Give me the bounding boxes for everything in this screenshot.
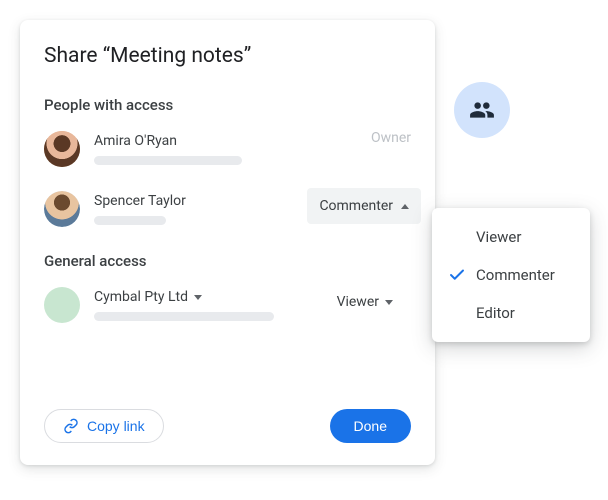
role-dropdown-menu: Viewer Commenter Editor	[432, 208, 590, 342]
dialog-footer: Copy link Done	[44, 409, 411, 443]
skeleton-line	[94, 156, 242, 165]
person-name: Amira O'Ryan	[94, 133, 411, 149]
general-role-dropdown[interactable]: Viewer	[337, 294, 393, 310]
share-dialog: Share “Meeting notes” People with access…	[20, 20, 435, 465]
people-with-access-label: People with access	[44, 96, 411, 114]
dialog-title: Share “Meeting notes”	[44, 44, 411, 68]
people-icon	[469, 97, 495, 123]
copy-link-button[interactable]: Copy link	[44, 409, 164, 443]
avatar	[44, 131, 80, 167]
menu-item-label: Viewer	[476, 228, 521, 246]
menu-item-viewer[interactable]: Viewer	[432, 218, 590, 256]
chevron-down-icon	[385, 300, 393, 305]
person-info: Amira O'Ryan	[94, 133, 411, 165]
menu-item-label: Commenter	[476, 266, 555, 284]
copy-link-label: Copy link	[87, 418, 145, 434]
cymbal-logo-icon	[51, 294, 73, 316]
check-icon	[448, 266, 466, 284]
role-dropdown-label: Commenter	[319, 198, 393, 214]
general-access-label: General access	[44, 252, 411, 270]
role-dropdown-button[interactable]: Commenter	[307, 188, 421, 224]
org-avatar	[44, 287, 80, 323]
role-label-owner: Owner	[371, 130, 411, 146]
chevron-up-icon	[401, 204, 409, 209]
link-icon	[63, 418, 79, 434]
avatar	[44, 191, 80, 227]
skeleton-line	[94, 216, 166, 225]
chevron-down-icon	[194, 295, 202, 300]
person-row: Spencer Taylor Commenter	[44, 188, 411, 230]
menu-item-label: Editor	[476, 304, 515, 322]
org-name: Cymbal Pty Ltd	[94, 289, 188, 305]
menu-item-commenter[interactable]: Commenter	[432, 256, 590, 294]
menu-item-editor[interactable]: Editor	[432, 294, 590, 332]
check-slot	[448, 266, 466, 284]
people-bubble	[454, 82, 510, 138]
done-button[interactable]: Done	[330, 409, 411, 443]
general-role-label: Viewer	[337, 294, 379, 310]
general-access-row: Cymbal Pty Ltd Viewer	[44, 284, 411, 326]
person-row: Amira O'Ryan Owner	[44, 128, 411, 170]
skeleton-line	[94, 312, 274, 321]
